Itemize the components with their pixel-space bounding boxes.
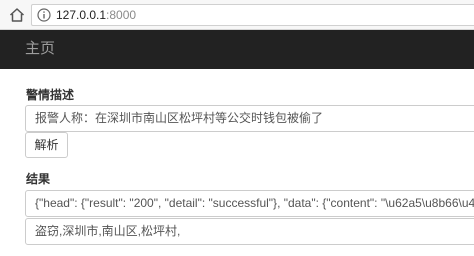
result-label: 结果 <box>26 172 51 186</box>
description-label: 警情描述 <box>26 88 75 102</box>
parse-button[interactable]: 解析 <box>25 132 68 158</box>
page: 127.0.0.1:8000 主页 警情描述 报警人称：在深圳市南山区松坪村等公… <box>0 0 474 256</box>
url-text: 127.0.0.1:8000 <box>56 8 136 22</box>
nav-brand-home-link[interactable]: 主页 <box>25 40 55 58</box>
result-json-field[interactable]: {"head": {"result": "200", "detail": "su… <box>25 190 474 217</box>
description-input[interactable]: 报警人称：在深圳市南山区松坪村等公交时钱包被偷了 <box>25 105 474 132</box>
url-port: :8000 <box>106 8 137 22</box>
browser-address-bar: 127.0.0.1:8000 <box>0 0 474 30</box>
navbar: 主页 <box>0 30 474 69</box>
result-summary-field[interactable]: 盗窃,深圳市,南山区,松坪村, <box>25 218 474 245</box>
info-icon[interactable] <box>37 8 51 22</box>
home-icon[interactable] <box>8 6 26 24</box>
url-host: 127.0.0.1 <box>56 8 107 22</box>
url-field[interactable]: 127.0.0.1:8000 <box>31 4 474 26</box>
